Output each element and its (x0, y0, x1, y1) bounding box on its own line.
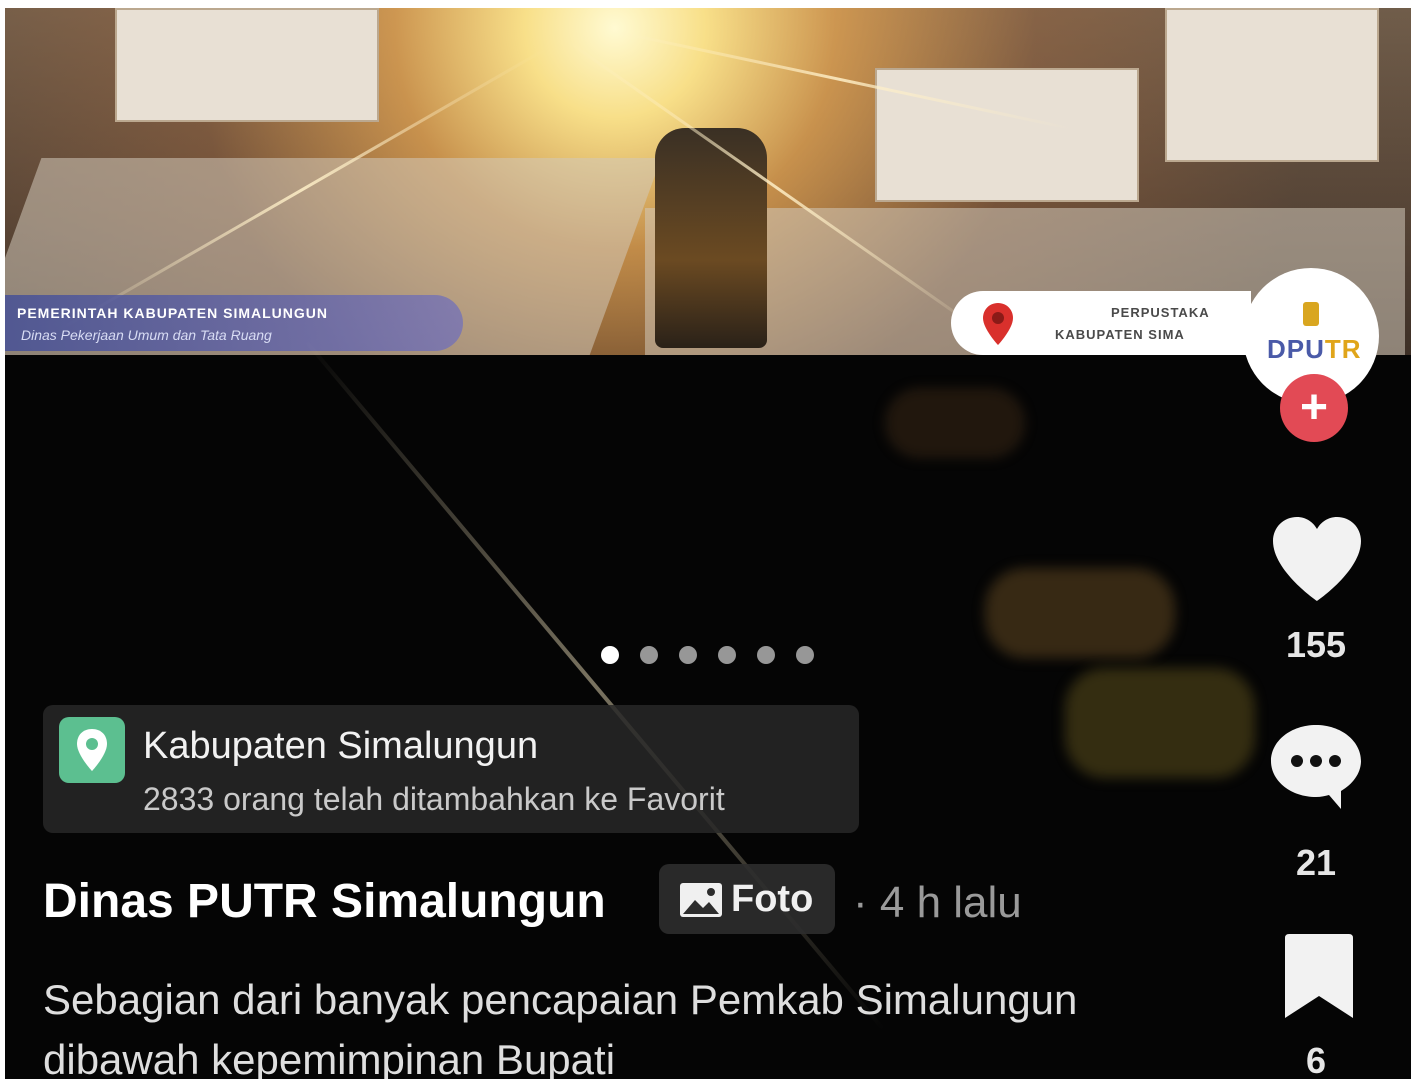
save-count: 6 (1305, 1040, 1327, 1079)
plus-icon: + (1299, 381, 1329, 434)
post-viewer: PEMERINTAH KABUPATEN SIMALUNGUN Dinas Pe… (5, 8, 1411, 1079)
avatar-logo-main: DPU (1267, 334, 1325, 364)
comment-icon[interactable] (1267, 721, 1365, 813)
carousel-dot[interactable] (718, 646, 736, 664)
photo-location-badge: PERPUSTAKA KABUPATEN SIMA (951, 291, 1251, 355)
location-favorites-count: 2833 orang telah ditambahkan ke Favorit (143, 781, 725, 817)
government-banner-title: PEMERINTAH KABUPATEN SIMALUNGUN (17, 305, 328, 321)
lens-flare (985, 568, 1175, 658)
post-type-chip: Foto (659, 864, 835, 934)
dpu-emblem-icon (1303, 302, 1319, 326)
bookmark-icon[interactable] (1283, 930, 1355, 1022)
author-name[interactable]: Dinas PUTR Simalungun (43, 874, 606, 929)
post-photo[interactable]: PEMERINTAH KABUPATEN SIMALUNGUN Dinas Pe… (5, 8, 1411, 355)
photo-location-line1: PERPUSTAKA (1111, 305, 1210, 320)
building-right (875, 68, 1139, 202)
post-caption[interactable]: Sebagian dari banyak pencapaian Pemkab S… (43, 970, 1183, 1079)
heart-icon[interactable] (1269, 515, 1365, 603)
comment-count: 21 (1295, 842, 1337, 883)
photo-location-line2: KABUPATEN SIMA (1055, 327, 1185, 342)
carousel-dot[interactable] (679, 646, 697, 664)
map-pin-icon (983, 303, 1013, 345)
lens-flare (885, 388, 1025, 458)
follow-button[interactable]: + (1280, 374, 1348, 442)
avatar-logo-text: DPUTR (1267, 334, 1362, 365)
building-far-right (1165, 8, 1379, 162)
location-name: Kabupaten Simalungun (143, 725, 539, 767)
government-banner-subtitle: Dinas Pekerjaan Umum dan Tata Ruang (21, 327, 272, 343)
government-banner: PEMERINTAH KABUPATEN SIMALUNGUN Dinas Pe… (5, 295, 463, 351)
avatar-logo-accent: TR (1324, 334, 1362, 364)
location-pin-icon (59, 717, 125, 783)
carousel-dot[interactable] (640, 646, 658, 664)
building-left (115, 8, 379, 122)
post-type-label: Foto (731, 878, 814, 920)
like-count: 155 (1285, 624, 1347, 665)
motorcycle-rider (655, 128, 767, 348)
carousel-dot-active[interactable] (601, 646, 619, 664)
photo-icon (680, 883, 722, 917)
lens-flare (1065, 668, 1255, 778)
carousel-dot[interactable] (796, 646, 814, 664)
location-card[interactable]: Kabupaten Simalungun 2833 orang telah di… (43, 705, 859, 833)
post-timestamp: · 4 h lalu (853, 878, 1022, 927)
carousel-dot[interactable] (757, 646, 775, 664)
